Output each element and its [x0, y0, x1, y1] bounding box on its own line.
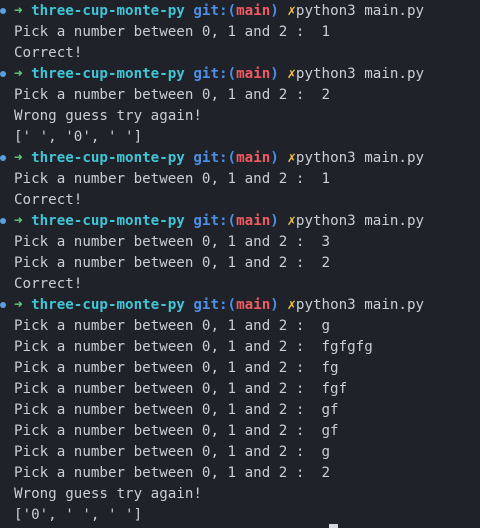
output-line: Pick a number between 0, 1 and 2 : gf [0, 400, 480, 421]
output-text: [' ', '0', ' '] [14, 129, 143, 145]
prompt-arrow-icon: ➜ [14, 3, 23, 19]
git-dirty-icon: ✗ [287, 150, 296, 166]
output-text: Pick a number between 0, 1 and 2 : 1 [14, 24, 331, 40]
command-marker-icon[interactable] [0, 8, 6, 14]
output-line: Pick a number between 0, 1 and 2 : 1 [0, 169, 480, 190]
prompt-git-label: git:( [193, 3, 237, 19]
output-text: Correct! [14, 45, 83, 61]
prompt-directory: three-cup-monte-py [31, 297, 185, 313]
output-text: Pick a number between 0, 1 and 2 : fgfgf… [14, 339, 373, 355]
command-marker-icon[interactable] [0, 218, 6, 224]
prompt-git-close: ) [270, 297, 279, 313]
output-line: Pick a number between 0, 1 and 2 : 2 [0, 253, 480, 274]
prompt-git-branch: main [236, 3, 271, 19]
output-text: Pick a number between 0, 1 and 2 : gf [14, 423, 339, 439]
prompt-command: python3 main.py [295, 66, 425, 82]
output-text: Pick a number between 0, 1 and 2 : 3 [14, 234, 331, 250]
prompt-directory: three-cup-monte-py [31, 3, 185, 19]
output-text: Correct! [14, 276, 83, 292]
prompt-command: python3 main.py [295, 150, 425, 166]
output-line: Wrong guess try again! [0, 106, 480, 127]
prompt-git-close: ) [270, 66, 279, 82]
output-line: Wrong guess try again! [0, 484, 480, 505]
output-line: Pick a number between 0, 1 and 2 : g [0, 316, 480, 337]
output-text: Correct! [14, 192, 83, 208]
output-line: Correct! [0, 190, 480, 211]
git-dirty-icon: ✗ [287, 213, 296, 229]
output-line: ['0', ' ', ' '] [0, 505, 480, 526]
output-line: Pick a number between 0, 1 and 2 : fg [0, 358, 480, 379]
prompt-command: python3 main.py [295, 213, 425, 229]
prompt-directory: three-cup-monte-py [31, 213, 185, 229]
prompt-line: ➜ three-cup-monte-py git:(main) ✗python3… [0, 1, 480, 22]
prompt-git-close: ) [270, 3, 279, 19]
output-line: Correct! [0, 274, 480, 295]
git-dirty-icon: ✗ [287, 297, 296, 313]
output-text: Wrong guess try again! [14, 486, 202, 502]
prompt-command: python3 main.py [295, 3, 425, 19]
output-line: Correct! [0, 43, 480, 64]
prompt-line: ➜ three-cup-monte-py git:(main) ✗python3… [0, 295, 480, 316]
output-text: Pick a number between 0, 1 and 2 : gf [14, 402, 339, 418]
prompt-git-label: git:( [193, 297, 237, 313]
output-text: Pick a number between 0, 1 and 2 : fg [14, 360, 339, 376]
output-line: Pick a number between 0, 1 and 2 : 2 [0, 85, 480, 106]
output-line: Pick a number between 0, 1 and 2 : g [0, 442, 480, 463]
output-line: Pick a number between 0, 1 and 2 : fgf [0, 379, 480, 400]
prompt-git-branch: main [236, 66, 271, 82]
command-marker-icon[interactable] [0, 302, 6, 308]
prompt-git-label: git:( [193, 213, 237, 229]
prompt-arrow-icon: ➜ [14, 150, 23, 166]
output-text: Pick a number between 0, 1 and 2 : g [14, 318, 331, 334]
terminal-output[interactable]: ➜ three-cup-monte-py git:(main) ✗python3… [0, 0, 480, 528]
prompt-git-branch: main [236, 213, 271, 229]
command-marker-icon[interactable] [0, 71, 6, 77]
output-text: Pick a number between 0, 1 and 2 : 2 [14, 87, 331, 103]
prompt-directory: three-cup-monte-py [31, 150, 185, 166]
prompt-line: ➜ three-cup-monte-py git:(main) ✗python3… [0, 148, 480, 169]
output-line: Pick a number between 0, 1 and 2 : fgfgf… [0, 337, 480, 358]
prompt-arrow-icon: ➜ [14, 297, 23, 313]
prompt-line: ➜ three-cup-monte-py git:(main) ✗python3… [0, 211, 480, 232]
output-line: Pick a number between 0, 1 and 2 : 2 [0, 463, 480, 484]
output-text: Pick a number between 0, 1 and 2 : 2 [14, 465, 331, 481]
output-line: Pick a number between 0, 1 and 2 : 3 [0, 232, 480, 253]
prompt-git-label: git:( [193, 66, 237, 82]
prompt-git-close: ) [270, 213, 279, 229]
prompt-git-branch: main [236, 297, 271, 313]
output-line: Pick a number between 0, 1 and 2 : gf [0, 421, 480, 442]
prompt-directory: three-cup-monte-py [31, 66, 185, 82]
terminal-cursor [329, 524, 338, 528]
git-dirty-icon: ✗ [287, 3, 296, 19]
output-text: Pick a number between 0, 1 and 2 : fgf [14, 381, 348, 397]
output-line: [' ', '0', ' '] [0, 127, 480, 148]
output-text: Wrong guess try again! [14, 108, 202, 124]
prompt-git-branch: main [236, 150, 271, 166]
prompt-command: python3 main.py [295, 297, 425, 313]
output-text: Pick a number between 0, 1 and 2 : g [14, 444, 331, 460]
prompt-line: ➜ three-cup-monte-py git:(main) ✗python3… [0, 64, 480, 85]
output-text: Pick a number between 0, 1 and 2 : 1 [14, 171, 331, 187]
prompt-git-close: ) [270, 150, 279, 166]
output-text: Pick a number between 0, 1 and 2 : 2 [14, 255, 331, 271]
prompt-git-label: git:( [193, 150, 237, 166]
output-text: ['0', ' ', ' '] [14, 507, 143, 523]
command-marker-icon[interactable] [0, 155, 6, 161]
prompt-arrow-icon: ➜ [14, 66, 23, 82]
git-dirty-icon: ✗ [287, 66, 296, 82]
prompt-arrow-icon: ➜ [14, 213, 23, 229]
output-line: Pick a number between 0, 1 and 2 : 1 [0, 22, 480, 43]
